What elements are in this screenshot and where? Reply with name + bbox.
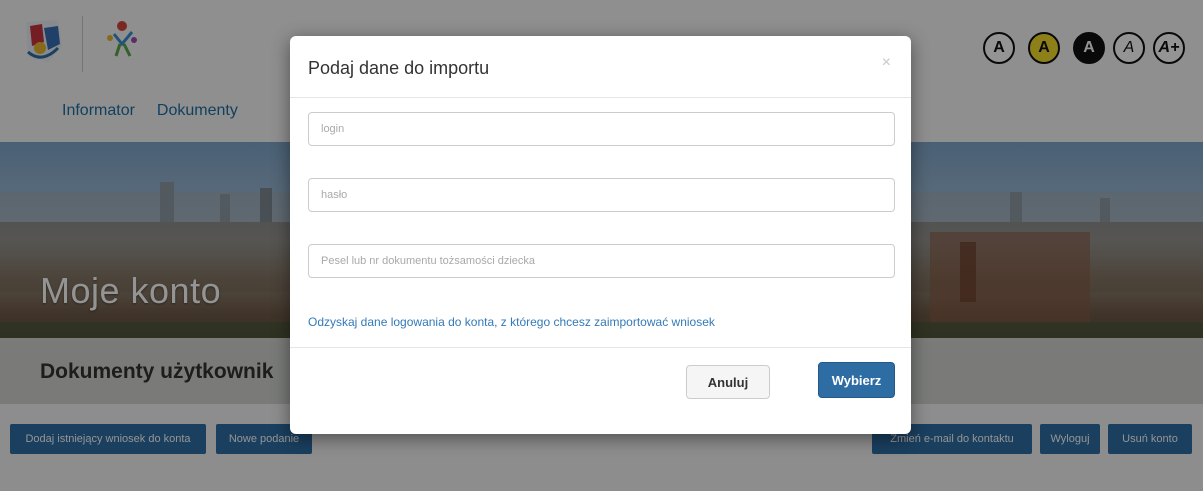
cancel-button[interactable]: Anuluj (686, 365, 770, 399)
select-button[interactable]: Wybierz (818, 362, 895, 398)
login-input[interactable] (308, 112, 895, 146)
dialog-title: Podaj dane do importu (308, 58, 490, 78)
pesel-input[interactable] (308, 244, 895, 278)
import-dialog: Podaj dane do importu × Odzyskaj dane lo… (290, 36, 911, 434)
recover-login-link[interactable]: Odzyskaj dane logowania do konta, z któr… (308, 315, 715, 329)
dialog-header: Podaj dane do importu × (290, 36, 911, 98)
password-input[interactable] (308, 178, 895, 212)
close-icon[interactable]: × (882, 54, 891, 72)
